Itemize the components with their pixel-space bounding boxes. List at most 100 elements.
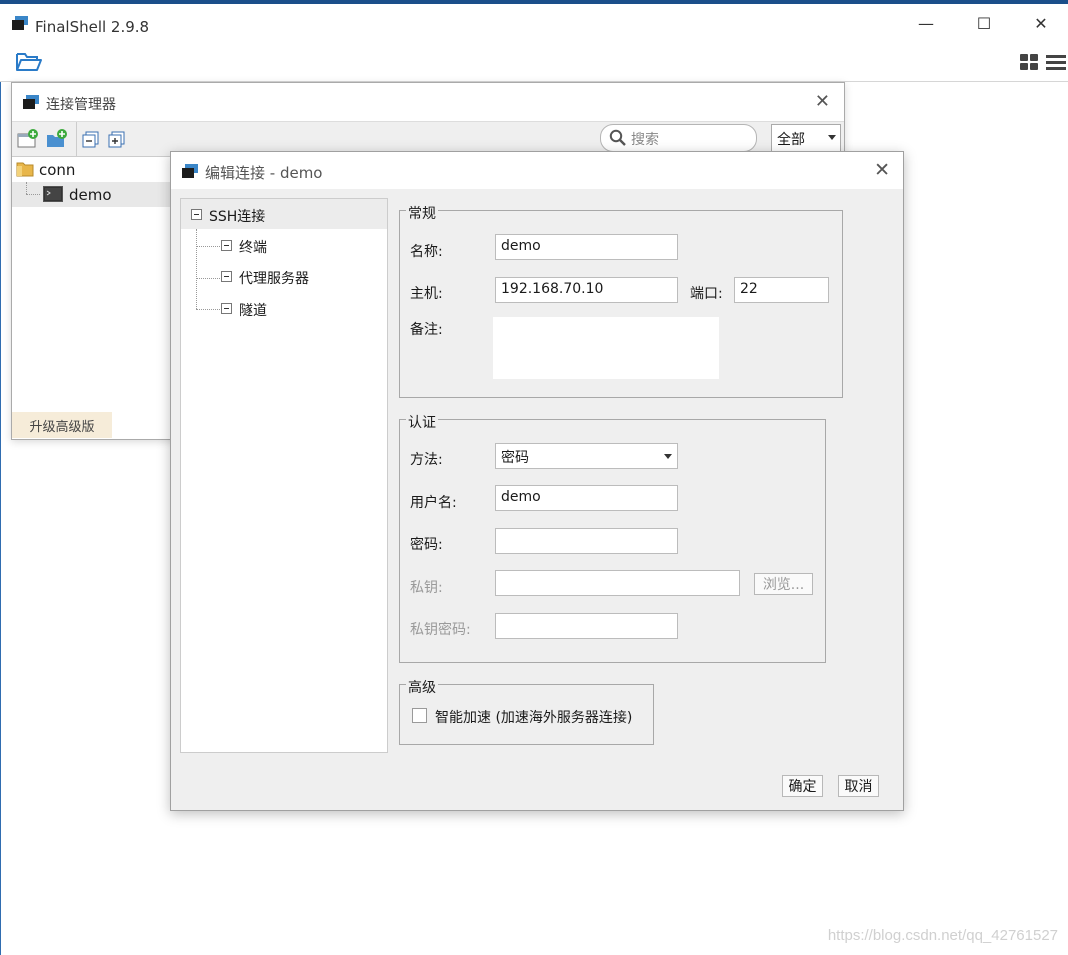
nav-item-terminal[interactable]: 终端: [221, 235, 361, 257]
tree-item-demo[interactable]: demo: [12, 182, 172, 207]
expand-all-button[interactable]: [108, 131, 126, 153]
nav-item-label: 终端: [239, 240, 267, 256]
grid-icon: [1020, 54, 1038, 70]
username-input[interactable]: demo: [495, 485, 678, 511]
filter-select-value: 全部: [777, 132, 805, 148]
password-label: 密码:: [410, 537, 443, 553]
nav-item-label: SSH连接: [209, 209, 266, 225]
tree-item-label: demo: [69, 186, 112, 204]
private-key-input[interactable]: [495, 570, 740, 596]
edit-connection-dialog: 编辑连接 - demo ✕ SSH连接 终端 代理服务器 隧道 常规 名称: d…: [170, 151, 904, 811]
maximize-icon: ☐: [976, 13, 992, 33]
name-input[interactable]: demo: [495, 234, 678, 260]
menu-button[interactable]: [1046, 53, 1066, 75]
edit-dialog-title: 编辑连接 - demo: [205, 164, 323, 182]
finalshell-app-icon: [23, 95, 39, 109]
connection-manager-title: 连接管理器: [46, 97, 116, 113]
port-label: 端口:: [690, 286, 723, 302]
cancel-button[interactable]: 取消: [838, 775, 879, 797]
new-folder-button[interactable]: [46, 129, 68, 153]
grid-view-button[interactable]: [1020, 53, 1040, 75]
filter-select[interactable]: 全部: [771, 124, 841, 152]
host-label: 主机:: [410, 286, 443, 302]
folder-open-icon: [16, 53, 42, 71]
cancel-label: 取消: [844, 779, 873, 795]
name-label: 名称:: [410, 244, 443, 260]
toolbar-divider: [76, 122, 77, 156]
minimize-icon: —: [918, 13, 934, 33]
nav-item-ssh[interactable]: SSH连接: [181, 199, 387, 229]
main-toolbar: [0, 42, 1068, 82]
method-select[interactable]: 密码: [495, 443, 678, 469]
edit-dialog-close-button[interactable]: ✕: [874, 159, 890, 181]
private-key-password-label: 私钥密码:: [410, 622, 471, 638]
finalshell-app-icon: [12, 16, 28, 30]
terminal-icon: [43, 186, 63, 202]
tree-connector: [196, 278, 220, 280]
tree-connector: [26, 194, 40, 196]
note-textarea[interactable]: [493, 317, 719, 379]
chevron-down-icon: [664, 454, 672, 459]
window-left-border: [0, 4, 1, 955]
search-icon: [609, 129, 626, 146]
expand-icon: [108, 131, 125, 148]
username-label: 用户名:: [410, 495, 457, 511]
tree-connector: [196, 229, 198, 309]
finalshell-app-icon: [182, 164, 198, 178]
upgrade-button[interactable]: 升级高级版: [12, 412, 112, 438]
nav-item-tunnel[interactable]: 隧道: [221, 298, 361, 320]
close-icon: ✕: [814, 91, 830, 112]
collapse-box-icon: [191, 209, 202, 220]
private-key-label: 私钥:: [410, 580, 443, 596]
browse-button[interactable]: 浏览...: [754, 573, 813, 595]
tree-connector: [26, 182, 28, 194]
new-connection-button[interactable]: [17, 129, 39, 153]
upgrade-label: 升级高级版: [29, 419, 95, 435]
ok-label: 确定: [788, 779, 817, 795]
search-input[interactable]: 搜索: [631, 129, 659, 149]
settings-nav-tree: SSH连接 终端 代理服务器 隧道: [180, 198, 388, 753]
tree-item-label: conn: [39, 161, 76, 179]
smart-acceleration-checkbox[interactable]: [412, 708, 427, 723]
new-connection-icon: [17, 129, 38, 148]
tree-connector: [196, 309, 220, 311]
close-icon: ✕: [1034, 13, 1048, 33]
search-box[interactable]: 搜索: [600, 124, 757, 152]
general-group-legend: 常规: [406, 203, 438, 223]
tree-connector: [196, 246, 220, 248]
auth-group-legend: 认证: [406, 412, 438, 432]
host-input[interactable]: 192.168.70.10: [495, 277, 678, 303]
collapse-icon: [82, 131, 99, 148]
new-folder-icon: [47, 129, 67, 147]
collapse-all-button[interactable]: [82, 131, 100, 153]
nav-item-label: 隧道: [239, 303, 267, 319]
method-label: 方法:: [410, 452, 443, 468]
watermark: https://blog.csdn.net/qq_42761527: [827, 927, 1058, 944]
connection-manager-title-bar: 连接管理器 ✕: [12, 83, 844, 121]
minimize-button[interactable]: —: [897, 4, 955, 42]
ok-button[interactable]: 确定: [782, 775, 823, 797]
password-input[interactable]: [495, 528, 678, 554]
method-select-value: 密码: [501, 450, 529, 466]
collapse-box-icon: [221, 240, 232, 251]
private-key-password-input[interactable]: [495, 613, 678, 639]
browse-label: 浏览...: [762, 577, 805, 593]
nav-item-proxy[interactable]: 代理服务器: [221, 266, 361, 288]
smart-acceleration-label: 智能加速 (加速海外服务器连接): [435, 710, 633, 726]
port-input[interactable]: 22: [734, 277, 829, 303]
maximize-button[interactable]: ☐: [955, 4, 1013, 42]
nav-item-label: 代理服务器: [239, 271, 309, 287]
main-title-bar: FinalShell 2.9.8 — ☐ ✕: [0, 4, 1068, 42]
chevron-down-icon: [828, 135, 836, 140]
folder-icon: [16, 162, 34, 177]
edit-dialog-title-bar: 编辑连接 - demo ✕: [171, 152, 903, 189]
connection-manager-close-button[interactable]: ✕: [815, 91, 830, 112]
collapse-box-icon: [221, 303, 232, 314]
note-label: 备注:: [410, 322, 443, 338]
close-icon: ✕: [874, 159, 890, 181]
main-window-title: FinalShell 2.9.8: [35, 18, 150, 36]
hamburger-icon: [1046, 55, 1066, 70]
open-folder-button[interactable]: [15, 51, 43, 77]
close-button[interactable]: ✕: [1012, 4, 1068, 42]
collapse-box-icon: [221, 271, 232, 282]
